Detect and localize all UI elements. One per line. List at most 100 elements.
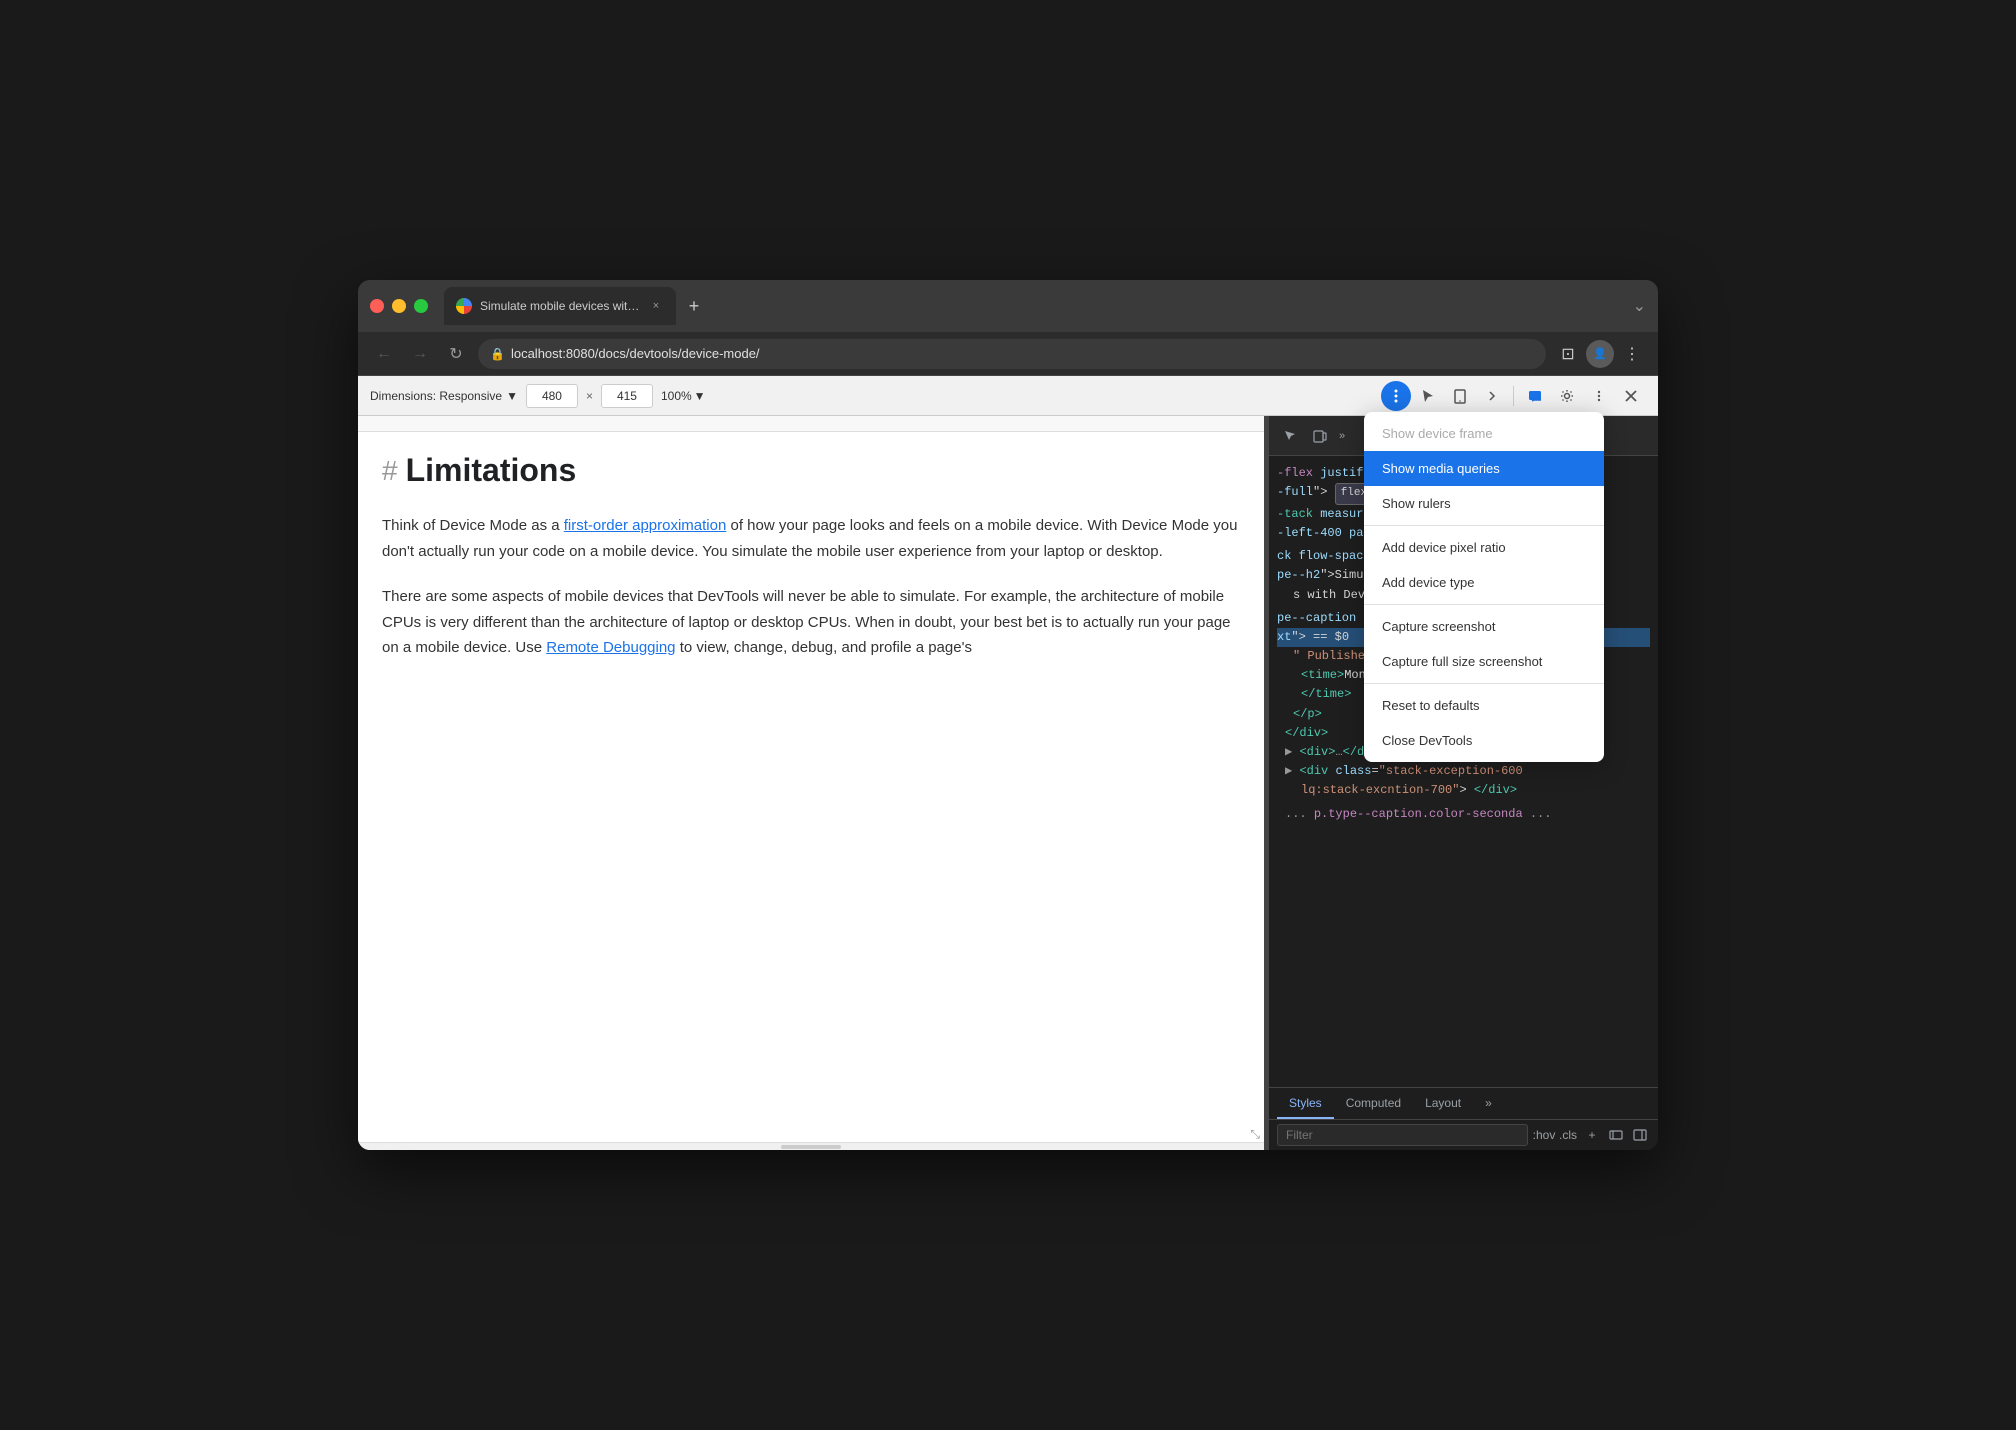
back-button[interactable]: ←: [370, 340, 398, 368]
device-mode-button[interactable]: [1445, 381, 1475, 411]
width-input[interactable]: [526, 384, 578, 408]
viewport-resize-handle[interactable]: ⤡: [1250, 1127, 1260, 1142]
inspect-icon: [1283, 429, 1297, 443]
add-style-rule-button[interactable]: +: [1582, 1125, 1602, 1145]
height-input[interactable]: [601, 384, 653, 408]
sidebar-toggle-icon: [1633, 1128, 1647, 1142]
browser-more-button[interactable]: ⋮: [1618, 340, 1646, 368]
paragraph-2: There are some aspects of mobile devices…: [382, 584, 1240, 661]
show-device-frame-item[interactable]: Show device frame: [1364, 416, 1604, 451]
profile-button[interactable]: 👤: [1586, 340, 1614, 368]
url-bar[interactable]: 🔒 localhost:8080/docs/devtools/device-mo…: [478, 339, 1546, 369]
chevron-right-icon: [1484, 388, 1500, 404]
dimensions-select[interactable]: Dimensions: Responsive ▼: [370, 389, 518, 403]
toolbar-icons: [1381, 381, 1646, 411]
cls-filter-button[interactable]: .cls: [1558, 1125, 1578, 1145]
three-dot-active-button[interactable]: [1381, 381, 1411, 411]
more-devtools-button[interactable]: [1477, 381, 1507, 411]
add-device-pixel-ratio-item[interactable]: Add device pixel ratio: [1364, 530, 1604, 565]
tab-more[interactable]: »: [1473, 1092, 1504, 1119]
remote-debugging-link[interactable]: Remote Debugging: [546, 639, 675, 656]
capture-full-screenshot-label: Capture full size screenshot: [1382, 654, 1542, 669]
hover-filter-button[interactable]: :hov: [1534, 1125, 1554, 1145]
close-window-button[interactable]: [370, 299, 384, 313]
new-tab-button[interactable]: +: [680, 292, 708, 320]
code-line: ▶ <div class="stack-exception-600: [1277, 762, 1650, 781]
cursor-icon: [1420, 388, 1436, 404]
url-lock-icon: 🔒: [490, 347, 505, 361]
forward-button[interactable]: →: [406, 340, 434, 368]
close-icon: [1624, 389, 1638, 403]
show-media-queries-item[interactable]: Show media queries: [1364, 451, 1604, 486]
reset-defaults-label: Reset to defaults: [1382, 698, 1480, 713]
viewport: # Limitations Think of Device Mode as a …: [358, 416, 1264, 1150]
device-toolbar-toggle[interactable]: [1307, 423, 1333, 449]
horizontal-ruler: [358, 416, 1264, 432]
page-heading: # Limitations: [382, 452, 1240, 489]
element-state-icon: [1609, 1128, 1623, 1142]
heading-text: Limitations: [406, 452, 577, 489]
url-text: localhost:8080/docs/devtools/device-mode…: [511, 346, 760, 361]
address-bar: ← → ↻ 🔒 localhost:8080/docs/devtools/dev…: [358, 332, 1658, 376]
show-rulers-label: Show rulers: [1382, 496, 1451, 511]
kebab-icon: [1591, 388, 1607, 404]
close-devtools-label: Close DevTools: [1382, 733, 1472, 748]
capture-screenshot-item[interactable]: Capture screenshot: [1364, 609, 1604, 644]
scrollbar-handle: [781, 1145, 841, 1149]
tab-layout[interactable]: Layout: [1413, 1092, 1473, 1119]
chrome-icon: [456, 298, 472, 314]
window-toggle-button[interactable]: ⊡: [1554, 340, 1582, 368]
styles-filter-bar: :hov .cls +: [1269, 1120, 1658, 1150]
tab-styles[interactable]: Styles: [1277, 1092, 1334, 1119]
zoom-label: 100%: [661, 389, 692, 403]
show-rulers-item[interactable]: Show rulers: [1364, 486, 1604, 521]
kebab-menu-button[interactable]: [1584, 381, 1614, 411]
chat-icon: [1527, 388, 1543, 404]
menu-divider-1: [1364, 525, 1604, 526]
first-order-link[interactable]: first-order approximation: [564, 517, 727, 534]
styles-filter-input[interactable]: [1277, 1124, 1528, 1146]
browser-actions: ⊡ 👤 ⋮: [1554, 340, 1646, 368]
add-device-type-label: Add device type: [1382, 575, 1475, 590]
title-bar: Simulate mobile devices with D × + ⌄: [358, 280, 1658, 332]
capture-screenshot-label: Capture screenshot: [1382, 619, 1495, 634]
device-toggle-icon: [1313, 429, 1327, 443]
add-device-type-item[interactable]: Add device type: [1364, 565, 1604, 600]
settings-button[interactable]: [1552, 381, 1582, 411]
close-devtools-item[interactable]: Close DevTools: [1364, 723, 1604, 758]
three-dot-icon: [1387, 387, 1405, 405]
tab-overflow-indicator[interactable]: »: [1337, 430, 1347, 442]
zoom-select[interactable]: 100% ▼: [661, 389, 706, 403]
devtools-bottom-bar: Styles Computed Layout » :hov .cls +: [1269, 1087, 1658, 1150]
toggle-sidebar-button[interactable]: [1630, 1125, 1650, 1145]
code-line-ellipsis: ... p.type--caption.color-seconda ...: [1277, 805, 1650, 824]
heading-hash: #: [382, 455, 398, 487]
menu-divider-3: [1364, 683, 1604, 684]
minimize-window-button[interactable]: [392, 299, 406, 313]
code-line: lq:stack-excntion-700"> </div>: [1277, 781, 1650, 800]
devtools-close-button[interactable]: [1616, 381, 1646, 411]
reload-button[interactable]: ↻: [442, 340, 470, 368]
toolbar-separator: [1513, 386, 1514, 406]
page-content[interactable]: # Limitations Think of Device Mode as a …: [358, 432, 1264, 1142]
paragraph-1: Think of Device Mode as a first-order ap…: [382, 513, 1240, 564]
browser-tab[interactable]: Simulate mobile devices with D ×: [444, 287, 676, 325]
gear-icon: [1559, 388, 1575, 404]
device-icon: [1452, 388, 1468, 404]
device-toolbar: Dimensions: Responsive ▼ × 100% ▼: [358, 376, 1658, 416]
maximize-window-button[interactable]: [414, 299, 428, 313]
reset-defaults-item[interactable]: Reset to defaults: [1364, 688, 1604, 723]
capture-full-screenshot-item[interactable]: Capture full size screenshot: [1364, 644, 1604, 679]
cursor-mode-button[interactable]: [1413, 381, 1443, 411]
tab-bar-overflow[interactable]: ⌄: [1633, 296, 1646, 316]
show-media-queries-label: Show media queries: [1382, 461, 1500, 476]
inspect-element-button[interactable]: [1277, 423, 1303, 449]
element-state-button[interactable]: [1606, 1125, 1626, 1145]
zoom-arrow: ▼: [694, 389, 706, 403]
tab-close-button[interactable]: ×: [648, 298, 664, 314]
dimensions-arrow: ▼: [506, 389, 518, 403]
tab-computed[interactable]: Computed: [1334, 1092, 1413, 1119]
chat-button[interactable]: [1520, 381, 1550, 411]
horizontal-scrollbar[interactable]: [358, 1142, 1264, 1150]
dimensions-label: Dimensions: Responsive: [370, 389, 502, 403]
